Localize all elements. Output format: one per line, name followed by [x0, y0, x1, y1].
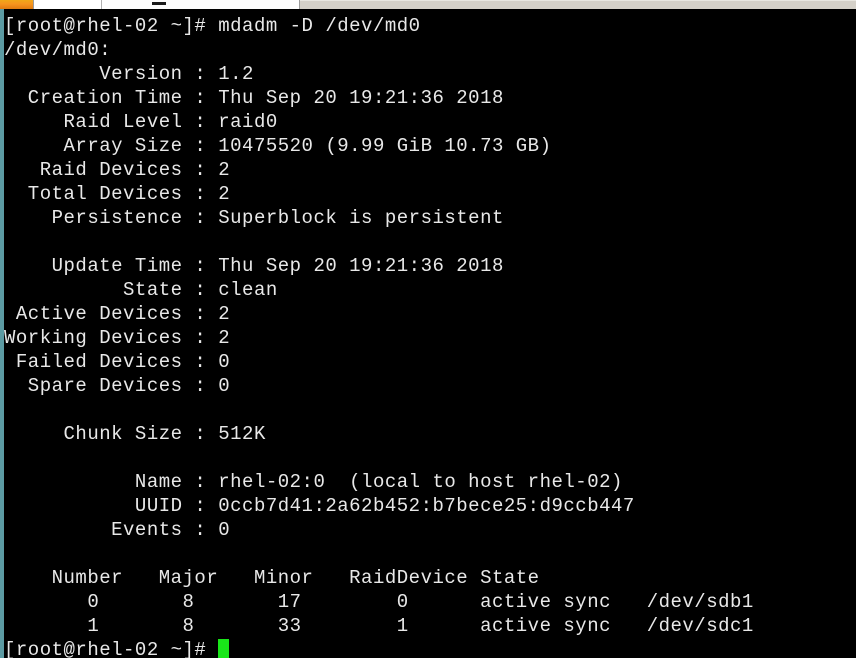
terminal-line-persistence: Persistence : Superblock is persistent — [4, 207, 504, 229]
terminal-line-active-devices: Active Devices : 2 — [4, 303, 231, 325]
terminal-app-icon[interactable] — [0, 0, 34, 9]
terminal-table-row: 0 8 17 0 active sync /dev/sdb1 — [4, 591, 754, 613]
terminal-line-uuid: UUID : 0ccb7d41:2a62b452:b7bece25:d9ccb4… — [4, 495, 635, 517]
terminal-line-raid-devices: Raid Devices : 2 — [4, 159, 231, 181]
terminal-line-spare-devices: Spare Devices : 0 — [4, 375, 231, 397]
terminal-line-array-size: Array Size : 10475520 (9.99 GiB 10.73 GB… — [4, 135, 552, 157]
window-chrome-filler — [300, 0, 856, 9]
terminal-prompt-line[interactable]: [root@rhel-02 ~]# — [4, 638, 856, 658]
terminal-table-header: Number Major Minor RaidDevice State — [4, 567, 540, 589]
terminal-line-version: Version : 1.2 — [4, 63, 254, 85]
terminal-table-row: 1 8 33 1 active sync /dev/sdc1 — [4, 615, 754, 637]
window-title-bar[interactable] — [0, 0, 856, 9]
shell-prompt: [root@rhel-02 ~]# — [4, 639, 219, 658]
terminal-line-chunk-size: Chunk Size : 512K — [4, 423, 266, 445]
terminal-line-working-devices: Working Devices : 2 — [4, 327, 231, 349]
terminal-line-device-header: /dev/md0: — [4, 39, 112, 61]
terminal-line-failed-devices: Failed Devices : 0 — [4, 351, 231, 373]
minimize-icon[interactable] — [152, 2, 166, 5]
window-tab-field[interactable] — [34, 0, 102, 9]
terminal-line-command: [root@rhel-02 ~]# mdadm -D /dev/md0 — [4, 15, 421, 37]
terminal-line-state: State : clean — [4, 279, 278, 301]
terminal-line-raid-level: Raid Level : raid0 — [4, 111, 278, 133]
terminal-line-name: Name : rhel-02:0 (local to host rhel-02) — [4, 471, 623, 493]
terminal-line-creation-time: Creation Time : Thu Sep 20 19:21:36 2018 — [4, 87, 504, 109]
terminal-line-update-time: Update Time : Thu Sep 20 19:21:36 2018 — [4, 255, 504, 277]
terminal-line-events: Events : 0 — [4, 519, 231, 541]
window-title-field[interactable] — [102, 0, 300, 9]
block-cursor — [218, 639, 230, 658]
terminal-line-total-devices: Total Devices : 2 — [4, 183, 231, 205]
terminal-screen[interactable]: [root@rhel-02 ~]# mdadm -D /dev/md0 /dev… — [4, 9, 856, 658]
terminal-window[interactable]: [root@rhel-02 ~]# mdadm -D /dev/md0 /dev… — [0, 9, 856, 658]
